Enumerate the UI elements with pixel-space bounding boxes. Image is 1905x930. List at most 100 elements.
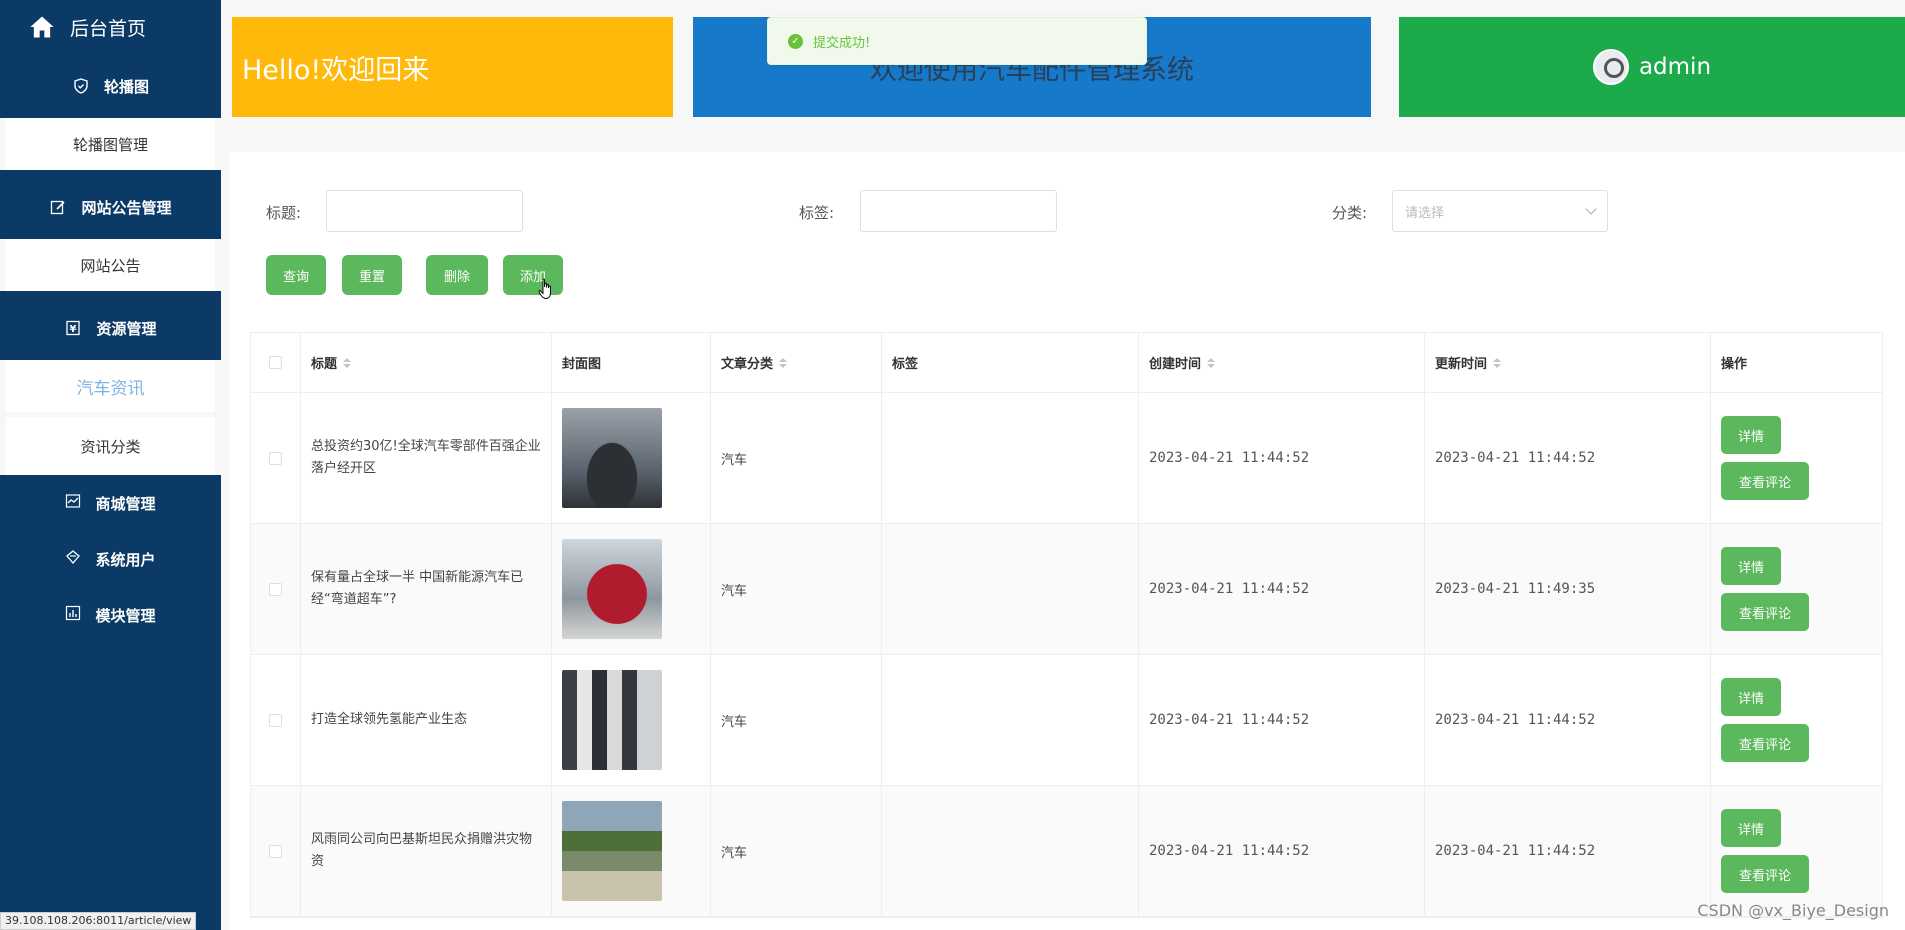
category-placeholder: 请选择 (1405, 205, 1445, 221)
welcome-card: Hello!欢迎回来 (232, 17, 673, 117)
detail-button[interactable]: 详情 (1721, 809, 1781, 847)
sort-icon[interactable] (1493, 357, 1502, 368)
row-created: 2023-04-21 11:44:52 (1139, 655, 1425, 785)
articles-table: 标题 封面图 文章分类 标签 创建时间 更新时间 操作 总投资约30亿!全球汽车… (250, 332, 1883, 918)
sidebar-group-resources[interactable]: ¥ 资源管理 (0, 296, 221, 360)
check-icon: ✓ (788, 33, 803, 49)
header-created[interactable]: 创建时间 (1139, 333, 1425, 392)
table-row: 打造全球领先氢能产业生态 汽车 2023-04-21 11:44:52 2023… (251, 655, 1882, 786)
category-select[interactable]: 请选择 (1392, 190, 1608, 232)
sidebar-item-modules[interactable]: 模块管理 (0, 587, 221, 643)
sidebar-home-label: 后台首页 (70, 17, 147, 40)
sidebar-home[interactable]: 后台首页 (0, 0, 221, 54)
table-row: 总投资约30亿!全球汽车零部件百强企业落户经开区 汽车 2023-04-21 1… (251, 393, 1882, 524)
tag-label: 标签: (799, 204, 835, 222)
row-category: 汽车 (711, 393, 882, 523)
sidebar-item-carousel-manage[interactable]: 轮播图管理 (6, 118, 215, 170)
row-tag (882, 524, 1139, 654)
row-category: 汽车 (711, 524, 882, 654)
sidebar-item-car-news[interactable]: 汽车资讯 (6, 360, 215, 412)
sidebar-group-label: 网站公告管理 (81, 198, 172, 217)
row-title: 保有量占全球一半 中国新能源汽车已经“弯道超车”? (301, 524, 552, 654)
header-category[interactable]: 文章分类 (711, 333, 882, 392)
bar-chart-icon (65, 605, 81, 625)
sort-icon[interactable] (779, 357, 788, 368)
welcome-text: Hello!欢迎回来 (242, 54, 430, 86)
tag-input[interactable] (860, 190, 1057, 232)
header-title[interactable]: 标题 (301, 333, 552, 392)
row-category: 汽车 (711, 655, 882, 785)
row-tag (882, 655, 1139, 785)
sidebar-item-news-category[interactable]: 资讯分类 (6, 417, 215, 475)
title-input[interactable] (326, 190, 523, 232)
cover-image (562, 801, 662, 901)
row-checkbox[interactable] (269, 451, 282, 465)
table-row: 保有量占全球一半 中国新能源汽车已经“弯道超车”? 汽车 2023-04-21 … (251, 524, 1882, 655)
sort-icon[interactable] (1207, 357, 1216, 368)
chart-icon (65, 493, 81, 513)
home-icon (30, 16, 54, 38)
sort-icon[interactable] (343, 357, 352, 368)
detail-button[interactable]: 详情 (1721, 547, 1781, 585)
add-button[interactable]: 添加 (503, 255, 563, 295)
sidebar-item-label: 模块管理 (95, 606, 156, 625)
select-all-checkbox[interactable] (269, 356, 282, 369)
sidebar-group-label: 资源管理 (96, 319, 157, 338)
row-tag (882, 786, 1139, 916)
row-created: 2023-04-21 11:44:52 (1139, 786, 1425, 916)
reset-button[interactable]: 重置 (342, 255, 402, 295)
edit-icon (49, 198, 67, 216)
user-card[interactable]: admin (1399, 17, 1905, 117)
avatar (1592, 49, 1629, 85)
sidebar-item-label: 网站公告 (80, 256, 141, 275)
toast-message: 提交成功! (813, 35, 871, 51)
view-comments-button[interactable]: 查看评论 (1721, 462, 1809, 500)
sidebar-item-notice[interactable]: 网站公告 (6, 239, 215, 291)
main-panel: 标题: 标签: 分类: 请选择 查询 重置 删除 添加 标题 封面图 文章分类 … (230, 152, 1905, 930)
header-label: 封面图 (562, 357, 602, 372)
view-comments-button[interactable]: 查看评论 (1721, 855, 1809, 893)
view-comments-button[interactable]: 查看评论 (1721, 593, 1809, 631)
select-all-cell (251, 333, 301, 392)
diamond-icon (65, 549, 81, 569)
shield-icon (72, 77, 90, 95)
header-updated[interactable]: 更新时间 (1425, 333, 1711, 392)
row-checkbox[interactable] (269, 582, 282, 596)
watermark: CSDN @vx_Biye_Design (1697, 901, 1889, 920)
row-updated: 2023-04-21 11:49:35 (1425, 524, 1711, 654)
svg-text:¥: ¥ (70, 324, 77, 335)
row-checkbox[interactable] (269, 713, 282, 727)
row-title: 风雨同公司向巴基斯坦民众捐赠洪灾物资 (301, 786, 552, 916)
row-tag (882, 393, 1139, 523)
sidebar-item-label: 轮播图管理 (72, 135, 148, 154)
row-title: 总投资约30亿!全球汽车零部件百强企业落户经开区 (301, 393, 552, 523)
row-created: 2023-04-21 11:44:52 (1139, 393, 1425, 523)
row-title: 打造全球领先氢能产业生态 (301, 655, 552, 785)
username: admin (1638, 54, 1712, 80)
header-actions: 操作 (1711, 333, 1882, 392)
sidebar-group-notice[interactable]: 网站公告管理 (0, 175, 221, 239)
delete-button[interactable]: 删除 (426, 255, 488, 295)
table-header: 标题 封面图 文章分类 标签 创建时间 更新时间 操作 (251, 333, 1882, 393)
view-comments-button[interactable]: 查看评论 (1721, 724, 1809, 762)
sidebar-item-label: 资讯分类 (80, 437, 141, 456)
sidebar-item-label: 商城管理 (95, 494, 156, 513)
detail-button[interactable]: 详情 (1721, 416, 1781, 454)
row-updated: 2023-04-21 11:44:52 (1425, 655, 1711, 785)
row-checkbox[interactable] (269, 844, 282, 858)
success-toast: ✓ 提交成功! (767, 17, 1147, 65)
sidebar: 后台首页 轮播图 轮播图管理 网站公告管理 网站公告 ¥ 资源管理 汽车资讯 资… (0, 0, 221, 930)
hand-cursor-icon (538, 278, 551, 299)
search-form: 标题: 标签: 分类: 请选择 (230, 190, 1905, 234)
sidebar-group-carousel[interactable]: 轮播图 (0, 54, 221, 118)
row-updated: 2023-04-21 11:44:52 (1425, 786, 1711, 916)
row-created: 2023-04-21 11:44:52 (1139, 524, 1425, 654)
sidebar-item-mall[interactable]: 商城管理 (0, 475, 221, 531)
sidebar-item-system-users[interactable]: 系统用户 (0, 531, 221, 587)
header-label: 更新时间 (1435, 357, 1488, 372)
row-updated: 2023-04-21 11:44:52 (1425, 393, 1711, 523)
row-category: 汽车 (711, 786, 882, 916)
cover-image (562, 408, 662, 508)
detail-button[interactable]: 详情 (1721, 678, 1781, 716)
query-button[interactable]: 查询 (266, 255, 326, 295)
